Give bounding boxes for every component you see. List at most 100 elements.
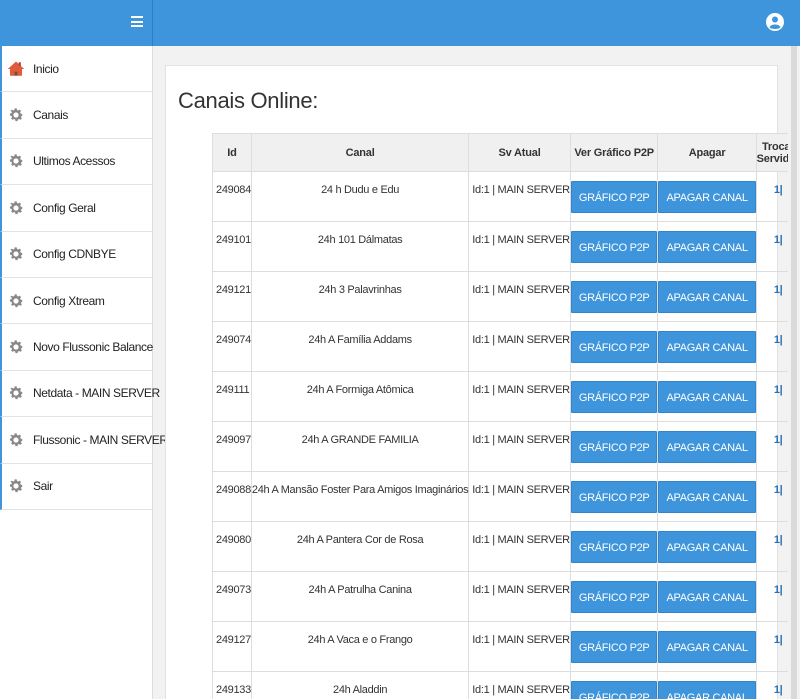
hamburger-icon[interactable]: [131, 16, 143, 27]
sidebar-item-netdata-main-server[interactable]: Netdata - MAIN SERVER: [0, 370, 160, 418]
page-title: Canais Online:: [178, 88, 319, 113]
grafico-p2p-button[interactable]: GRÁFICO P2P: [570, 331, 658, 363]
cell-canal: 24h A GRANDE FAMILIA: [250, 421, 470, 472]
cell-sv-atual: Id:1 | MAIN SERVER: [468, 521, 571, 572]
server-link[interactable]: 1|: [774, 234, 783, 246]
grafico-p2p-button[interactable]: GRÁFICO P2P: [570, 481, 658, 513]
sidebar-item-label: Sair: [33, 479, 53, 494]
sidebar: Inicio Canais Ultimos Acessos Config Geral C…: [0, 46, 168, 699]
cell-apagar: APAGAR CANAL: [657, 271, 757, 322]
sidebar-item-novo-flussonic-balance[interactable]: Novo Flussonic Balance: [0, 324, 153, 371]
grafico-p2p-button[interactable]: GRÁFICO P2P: [570, 381, 658, 413]
cell-canal: 24h A Vaca e o Frango: [250, 621, 470, 672]
server-link[interactable]: 1|: [774, 434, 783, 446]
apagar-canal-button[interactable]: APAGAR CANAL: [658, 581, 756, 613]
grafico-p2p-button[interactable]: GRÁFICO P2P: [570, 281, 658, 313]
sidebar-item-inicio[interactable]: Inicio: [0, 46, 152, 93]
table-row: 249080 24h A Pantera Cor de Rosa Id:1 | MA…: [212, 521, 800, 572]
apagar-canal-button[interactable]: APAGAR CANAL: [658, 481, 756, 513]
sidebar-item-label: Config Xtream: [33, 293, 105, 308]
gear-icon: [7, 338, 25, 356]
sidebar-item-ultimos-acessos[interactable]: Ultimos Acessos: [0, 138, 152, 186]
apagar-canal-button[interactable]: APAGAR CANAL: [658, 231, 756, 263]
table-row: 249088 24h A Mansão Foster Para Amigos Im…: [212, 471, 800, 522]
gear-icon: [7, 292, 25, 310]
sidebar-item-label: Config CDNBYE: [33, 247, 116, 262]
sidebar-item-label: Inicio: [33, 61, 59, 76]
apagar-canal-button[interactable]: APAGAR CANAL: [658, 631, 756, 663]
sidebar-item-config-geral[interactable]: Config Geral: [0, 185, 152, 232]
sidebar-item-flussonic-main-server[interactable]: Flussonic - MAIN SERVER: [0, 417, 168, 464]
cell-id: 249133: [212, 671, 252, 699]
cell-id: 249080: [212, 521, 252, 572]
grafico-p2p-button[interactable]: GRÁFICO P2P: [570, 581, 658, 613]
apagar-canal-button[interactable]: APAGAR CANAL: [658, 531, 756, 563]
user-circle-icon[interactable]: [764, 11, 786, 33]
cell-sv-atual: Id:1 | MAIN SERVER: [468, 621, 571, 672]
apagar-canal-button[interactable]: APAGAR CANAL: [658, 181, 756, 213]
home-icon: [7, 60, 25, 78]
gear-icon: [7, 106, 25, 124]
cell-canal: 24 h Dudu e Edu: [250, 171, 470, 222]
sidebar-item-config-xtream[interactable]: Config Xtream: [0, 277, 152, 325]
sidebar-item-config-cdnbye[interactable]: Config CDNBYE: [0, 231, 152, 278]
cell-canal: 24h 3 Palavrinhas: [250, 271, 470, 322]
cell-canal: 24h 101 Dálmatas: [250, 221, 470, 272]
sidebar-item-label: Netdata - MAIN SERVER: [33, 386, 160, 401]
sidebar-item-sair[interactable]: Sair: [0, 463, 152, 510]
sidebar-item-label: Novo Flussonic Balance: [33, 340, 153, 355]
cell-grafico: GRÁFICO P2P: [569, 271, 659, 322]
apagar-canal-button[interactable]: APAGAR CANAL: [658, 331, 756, 363]
grafico-p2p-button[interactable]: GRÁFICO P2P: [570, 431, 658, 463]
cell-sv-atual: Id:1 | MAIN SERVER: [468, 271, 571, 322]
sidebar-item-canais[interactable]: Canais: [0, 92, 152, 139]
scrollbar-thumb[interactable]: [791, 46, 797, 699]
cell-apagar: APAGAR CANAL: [657, 221, 757, 272]
table-row: 249111 24h A Formiga Atômica Id:1 | MAIN S…: [212, 371, 800, 422]
column-header-apagar: Apagar: [657, 133, 757, 172]
server-link[interactable]: 1|: [774, 534, 783, 546]
column-header-sv-atual: Sv Atual: [468, 133, 571, 172]
cell-id: 249097: [212, 421, 252, 472]
cell-id: 249111: [212, 371, 252, 422]
table-row: 249121 24h 3 Palavrinhas Id:1 | MAIN SERVE…: [212, 271, 800, 322]
column-header-canal: Canal: [250, 133, 470, 172]
table-row: 249133 24h Aladdin Id:1 | MAIN SERVER GRÁFI…: [212, 671, 800, 699]
apagar-canal-button[interactable]: APAGAR CANAL: [658, 681, 756, 699]
server-link[interactable]: 1|: [774, 634, 783, 646]
cell-apagar: APAGAR CANAL: [657, 671, 757, 699]
column-header-id: Id: [212, 133, 252, 172]
table-row: 249073 24h A Patrulha Canina Id:1 | MAIN S…: [212, 571, 800, 622]
scrollbar[interactable]: [788, 46, 800, 699]
cell-canal: 24h A Pantera Cor de Rosa: [250, 521, 470, 572]
cell-grafico: GRÁFICO P2P: [569, 421, 659, 472]
cell-sv-atual: Id:1 | MAIN SERVER: [468, 421, 571, 472]
server-link[interactable]: 1|: [774, 334, 783, 346]
server-link[interactable]: 1|: [774, 384, 783, 396]
server-link[interactable]: 1|: [774, 584, 783, 596]
apagar-canal-button[interactable]: APAGAR CANAL: [658, 281, 756, 313]
cell-id: 249074: [212, 321, 252, 372]
cell-sv-atual: Id:1 | MAIN SERVER: [468, 371, 571, 422]
apagar-canal-button[interactable]: APAGAR CANAL: [658, 431, 756, 463]
server-link[interactable]: 1|: [774, 484, 783, 496]
server-link[interactable]: 1|: [774, 184, 783, 196]
cell-apagar: APAGAR CANAL: [657, 371, 757, 422]
grafico-p2p-button[interactable]: GRÁFICO P2P: [570, 681, 658, 699]
grafico-p2p-button[interactable]: GRÁFICO P2P: [570, 531, 658, 563]
gear-icon: [7, 477, 25, 495]
table-row: 249127 24h A Vaca e o Frango Id:1 | MAIN S…: [212, 621, 800, 672]
cell-apagar: APAGAR CANAL: [657, 471, 757, 522]
grafico-p2p-button[interactable]: GRÁFICO P2P: [570, 231, 658, 263]
cell-apagar: APAGAR CANAL: [657, 521, 757, 572]
grafico-p2p-button[interactable]: GRÁFICO P2P: [570, 631, 658, 663]
apagar-canal-button[interactable]: APAGAR CANAL: [658, 381, 756, 413]
grafico-p2p-button[interactable]: GRÁFICO P2P: [570, 181, 658, 213]
cell-grafico: GRÁFICO P2P: [569, 521, 659, 572]
table-row: 249101 24h 101 Dálmatas Id:1 | MAIN SERVER…: [212, 221, 800, 272]
cell-id: 249088: [212, 471, 252, 522]
server-link[interactable]: 1|: [774, 684, 783, 696]
server-link[interactable]: 1|: [774, 284, 783, 296]
cell-apagar: APAGAR CANAL: [657, 621, 757, 672]
cell-grafico: GRÁFICO P2P: [569, 621, 659, 672]
